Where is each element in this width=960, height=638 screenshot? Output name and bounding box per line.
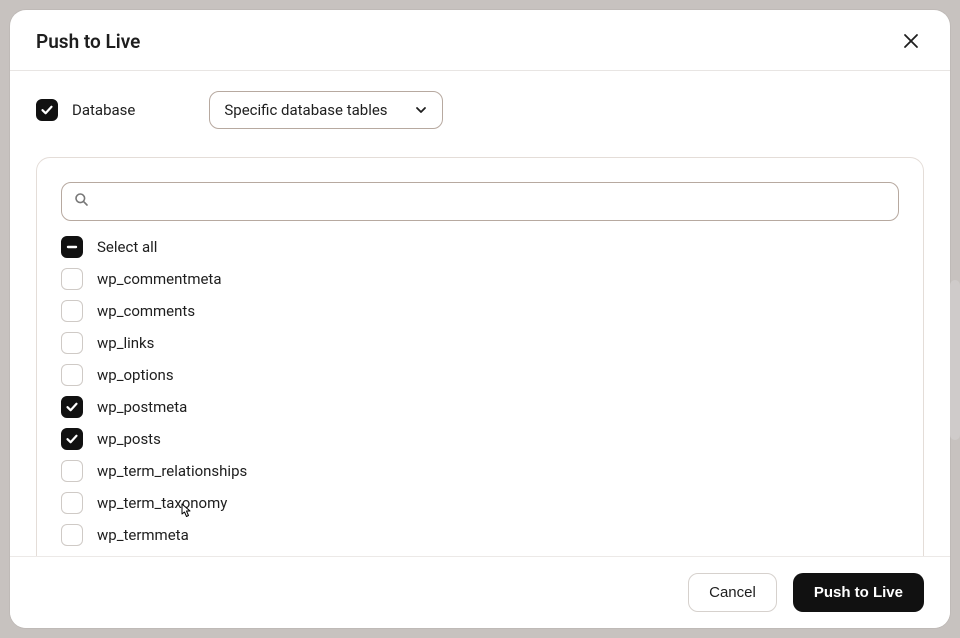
check-icon — [40, 103, 54, 117]
check-icon — [65, 432, 79, 446]
search-icon — [74, 192, 89, 211]
table-name-label: wp_term_relationships — [97, 462, 247, 480]
push-to-live-modal: Push to Live Database Specific database … — [10, 10, 950, 628]
table-checkbox[interactable] — [61, 524, 83, 546]
table-row: wp_options — [61, 363, 899, 387]
modal-title: Push to Live — [36, 30, 140, 53]
minus-icon — [65, 240, 79, 254]
table-name-label: wp_comments — [97, 302, 195, 320]
modal-footer: Cancel Push to Live — [10, 556, 950, 628]
close-button[interactable] — [898, 28, 924, 54]
database-label: Database — [72, 101, 135, 119]
scrollbar-thumb[interactable] — [950, 280, 960, 440]
table-name-label: wp_commentmeta — [97, 270, 222, 288]
tables-panel: Select all wp_commentmeta wp_comments wp_l… — [36, 157, 924, 556]
database-scope-value: Specific database tables — [224, 101, 387, 119]
table-name-label: wp_options — [97, 366, 174, 384]
table-name-label: wp_links — [97, 334, 154, 352]
table-row: wp_termmeta — [61, 523, 899, 547]
table-checkbox[interactable] — [61, 460, 83, 482]
database-scope-select[interactable]: Specific database tables — [209, 91, 442, 129]
table-row: wp_term_relationships — [61, 459, 899, 483]
cancel-button[interactable]: Cancel — [688, 573, 777, 612]
check-icon — [65, 400, 79, 414]
table-row: wp_posts — [61, 427, 899, 451]
table-row: wp_terms — [61, 555, 899, 556]
select-all-row: Select all — [61, 235, 899, 259]
table-checkbox[interactable] — [61, 300, 83, 322]
table-checkbox[interactable] — [61, 396, 83, 418]
select-all-checkbox[interactable] — [61, 236, 83, 258]
table-checkbox[interactable] — [61, 332, 83, 354]
table-checkbox[interactable] — [61, 492, 83, 514]
close-icon — [902, 38, 920, 53]
table-checkbox[interactable] — [61, 364, 83, 386]
modal-header: Push to Live — [10, 10, 950, 71]
chevron-down-icon — [414, 103, 428, 117]
database-checkbox-wrap: Database — [36, 99, 135, 121]
select-all-label: Select all — [97, 238, 157, 256]
table-name-label: wp_posts — [97, 430, 161, 448]
table-name-label: wp_postmeta — [97, 398, 187, 416]
database-checkbox[interactable] — [36, 99, 58, 121]
table-checkbox[interactable] — [61, 428, 83, 450]
tables-search-input[interactable] — [99, 193, 886, 210]
table-row: wp_postmeta — [61, 395, 899, 419]
table-row: wp_commentmeta — [61, 267, 899, 291]
table-row: wp_comments — [61, 299, 899, 323]
modal-body: Database Specific database tables — [10, 71, 950, 556]
table-name-label: wp_termmeta — [97, 526, 189, 544]
push-to-live-button[interactable]: Push to Live — [793, 573, 924, 612]
database-row: Database Specific database tables — [36, 91, 924, 129]
table-name-label: wp_term_taxonomy — [97, 494, 227, 512]
table-checkbox[interactable] — [61, 268, 83, 290]
tables-search-wrap — [61, 182, 899, 221]
table-row: wp_term_taxonomy — [61, 491, 899, 515]
table-row: wp_links — [61, 331, 899, 355]
tables-list: Select all wp_commentmeta wp_comments wp_l… — [61, 235, 899, 556]
